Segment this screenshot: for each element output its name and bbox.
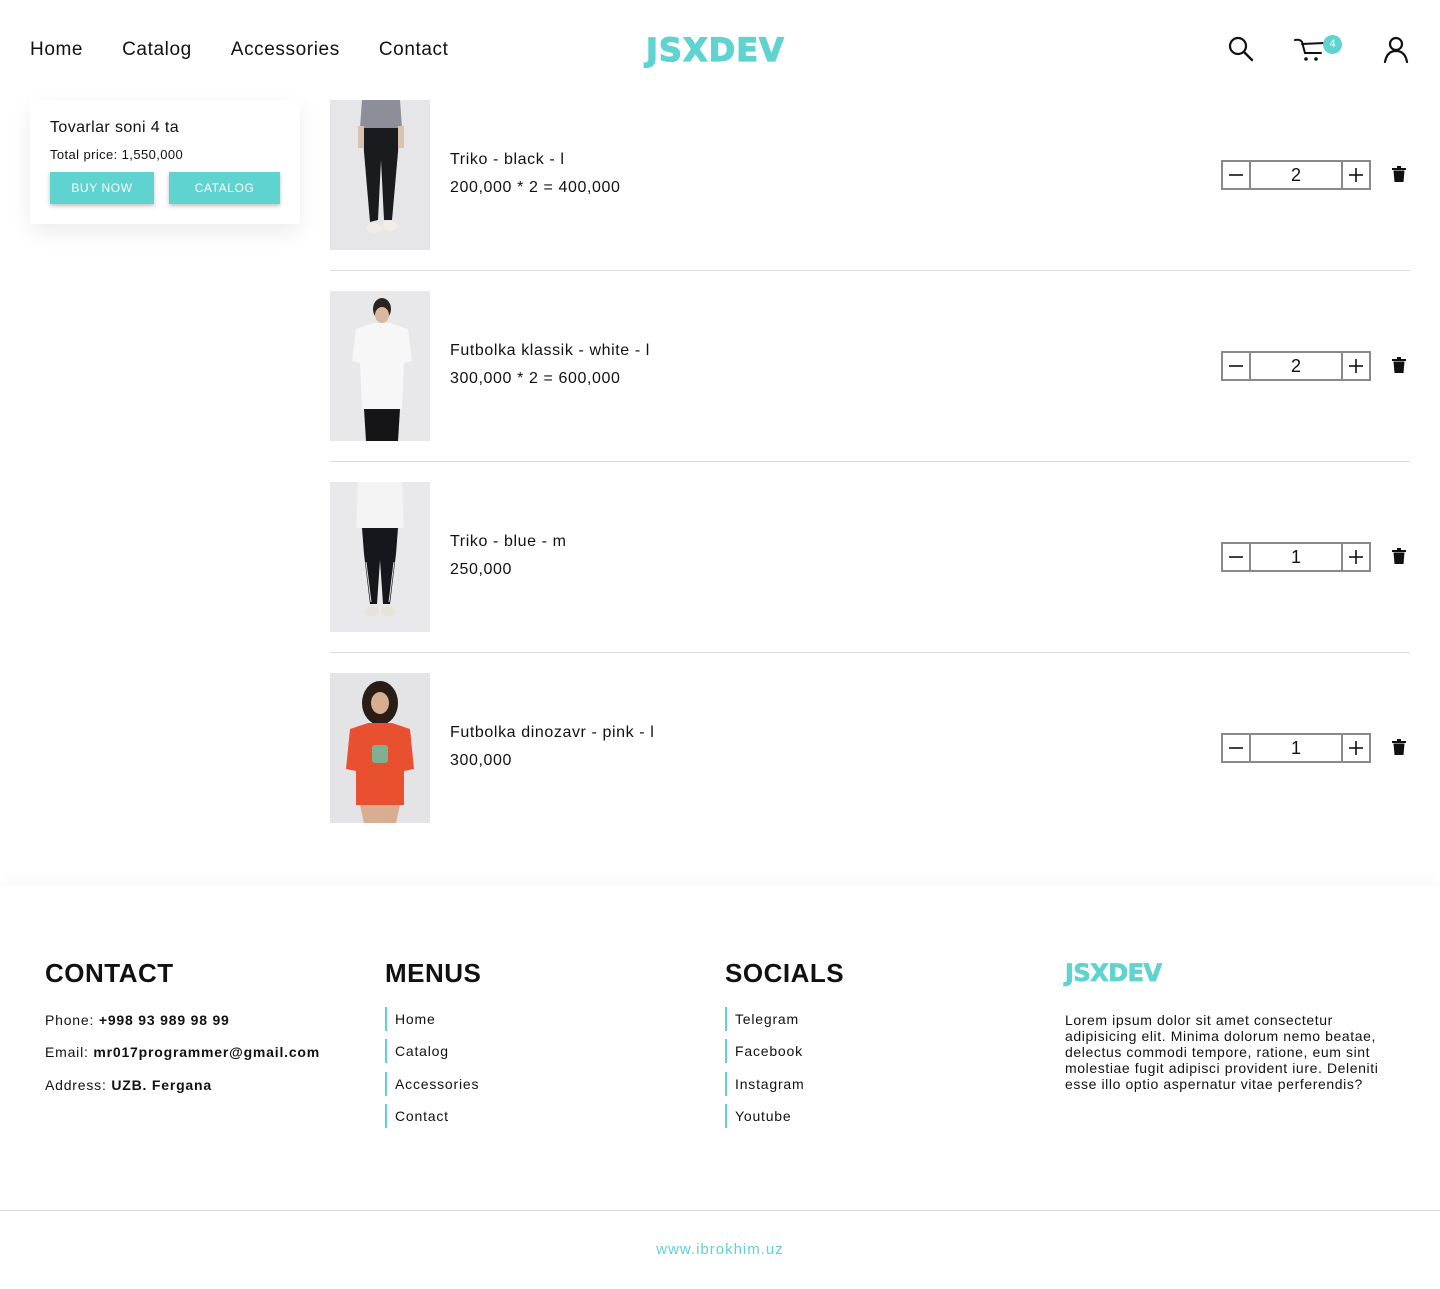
trash-icon[interactable] [1392, 166, 1406, 182]
footer-menus-title: MENUS [385, 958, 482, 988]
footer-contact-title: CONTACT [45, 958, 174, 988]
quantity-value[interactable]: 2 [1251, 162, 1341, 188]
footer-menus: MENUS Home Catalog Accessories Contact [385, 958, 482, 1128]
quantity-stepper: 1 [1221, 733, 1371, 763]
item-name: Triko - blue - m [450, 533, 567, 550]
increase-button[interactable] [1341, 162, 1369, 188]
item-price: 300,000 * 2 = 600,000 [450, 370, 621, 387]
footer-email: Email: mr017programmer@gmail.com [45, 1043, 320, 1061]
footer-phone: Phone: +998 93 989 98 99 [45, 1011, 230, 1029]
nav-contact[interactable]: Contact [379, 36, 449, 64]
cart-item: Triko - black - l 200,000 * 2 = 400,000 … [330, 100, 1410, 291]
cart-summary-card: Tovarlar soni 4 ta Total price: 1,550,00… [30, 100, 300, 224]
item-name: Triko - black - l [450, 151, 565, 168]
phone-value[interactable]: +998 93 989 98 99 [99, 1012, 230, 1028]
item-name: Futbolka klassik - white - l [450, 342, 650, 359]
product-image-blue-pants[interactable] [330, 482, 430, 632]
cart-count-badge: 4 [1323, 35, 1342, 54]
cart-item: Triko - blue - m 250,000 1 [330, 482, 1410, 673]
item-name: Futbolka dinozavr - pink - l [450, 724, 655, 741]
email-label: Email: [45, 1044, 94, 1060]
footer-link-catalog[interactable]: Catalog [385, 1039, 449, 1063]
item-price: 250,000 [450, 561, 513, 578]
main-nav: Home Catalog Accessories Contact [30, 36, 488, 64]
site-header: Home Catalog Accessories Contact JSXDEV … [0, 0, 1440, 100]
trash-icon[interactable] [1392, 548, 1406, 564]
phone-label: Phone: [45, 1012, 99, 1028]
item-divider [330, 461, 1410, 462]
catalog-button[interactable]: CATALOG [169, 172, 280, 204]
product-image-black-pants[interactable] [330, 100, 430, 250]
footer-link-home[interactable]: Home [385, 1007, 436, 1031]
footer-contact: CONTACT Phone: +998 93 989 98 99 Email: … [45, 958, 319, 1093]
cart-item: Futbolka dinozavr - pink - l 300,000 1 [330, 673, 1410, 864]
footer-logo[interactable]: JSXDEV [1065, 958, 1163, 988]
quantity-stepper: 2 [1221, 160, 1371, 190]
social-link-telegram[interactable]: Telegram [725, 1007, 799, 1031]
increase-button[interactable] [1341, 544, 1369, 570]
nav-catalog[interactable]: Catalog [122, 36, 192, 64]
items-count-text: Tovarlar soni 4 ta [50, 119, 180, 136]
item-price: 300,000 [450, 752, 513, 769]
total-price-text: Total price: 1,550,000 [50, 147, 184, 162]
footer-socials-title: SOCIALS [725, 958, 845, 988]
product-image-white-tshirt[interactable] [330, 291, 430, 441]
item-divider [330, 652, 1410, 653]
cart-icon[interactable] [1294, 34, 1328, 64]
increase-button[interactable] [1341, 353, 1369, 379]
nav-accessories[interactable]: Accessories [231, 36, 340, 64]
address-label: Address: [45, 1077, 112, 1093]
quantity-value[interactable]: 1 [1251, 735, 1341, 761]
social-link-youtube[interactable]: Youtube [725, 1104, 791, 1128]
decrease-button[interactable] [1223, 544, 1251, 570]
search-icon[interactable] [1226, 34, 1256, 64]
address-value: UZB. Fergana [111, 1077, 212, 1093]
footer-address: Address: UZB. Fergana [45, 1076, 212, 1094]
trash-icon[interactable] [1392, 357, 1406, 373]
site-logo[interactable]: JSXDEV [645, 30, 785, 70]
user-icon[interactable] [1381, 34, 1411, 64]
footer-description: Lorem ipsum dolor sit amet consectetur a… [1065, 1012, 1379, 1092]
buy-now-button[interactable]: BUY NOW [50, 172, 154, 204]
nav-home[interactable]: Home [30, 36, 83, 64]
quantity-stepper: 2 [1221, 351, 1371, 381]
email-value[interactable]: mr017programmer@gmail.com [93, 1044, 320, 1060]
quantity-value[interactable]: 1 [1251, 544, 1341, 570]
item-price: 200,000 * 2 = 400,000 [450, 179, 621, 196]
decrease-button[interactable] [1223, 162, 1251, 188]
footer-link-contact[interactable]: Contact [385, 1104, 449, 1128]
footer-divider [0, 1210, 1440, 1211]
site-url-link[interactable]: www.ibrokhim.uz [0, 1241, 1440, 1258]
footer-socials: SOCIALS Telegram Facebook Instagram Yout… [725, 958, 845, 1128]
social-link-facebook[interactable]: Facebook [725, 1039, 803, 1063]
quantity-stepper: 1 [1221, 542, 1371, 572]
cart-item: Futbolka klassik - white - l 300,000 * 2… [330, 291, 1410, 482]
trash-icon[interactable] [1392, 739, 1406, 755]
decrease-button[interactable] [1223, 353, 1251, 379]
product-image-pink-tshirt[interactable] [330, 673, 430, 823]
site-footer: CONTACT Phone: +998 93 989 98 99 Email: … [0, 886, 1440, 1289]
footer-brand: JSXDEV Lorem ipsum dolor sit amet consec… [1065, 958, 1378, 1092]
decrease-button[interactable] [1223, 735, 1251, 761]
footer-link-accessories[interactable]: Accessories [385, 1072, 479, 1096]
item-divider [330, 270, 1410, 271]
increase-button[interactable] [1341, 735, 1369, 761]
quantity-value[interactable]: 2 [1251, 353, 1341, 379]
social-link-instagram[interactable]: Instagram [725, 1072, 804, 1096]
